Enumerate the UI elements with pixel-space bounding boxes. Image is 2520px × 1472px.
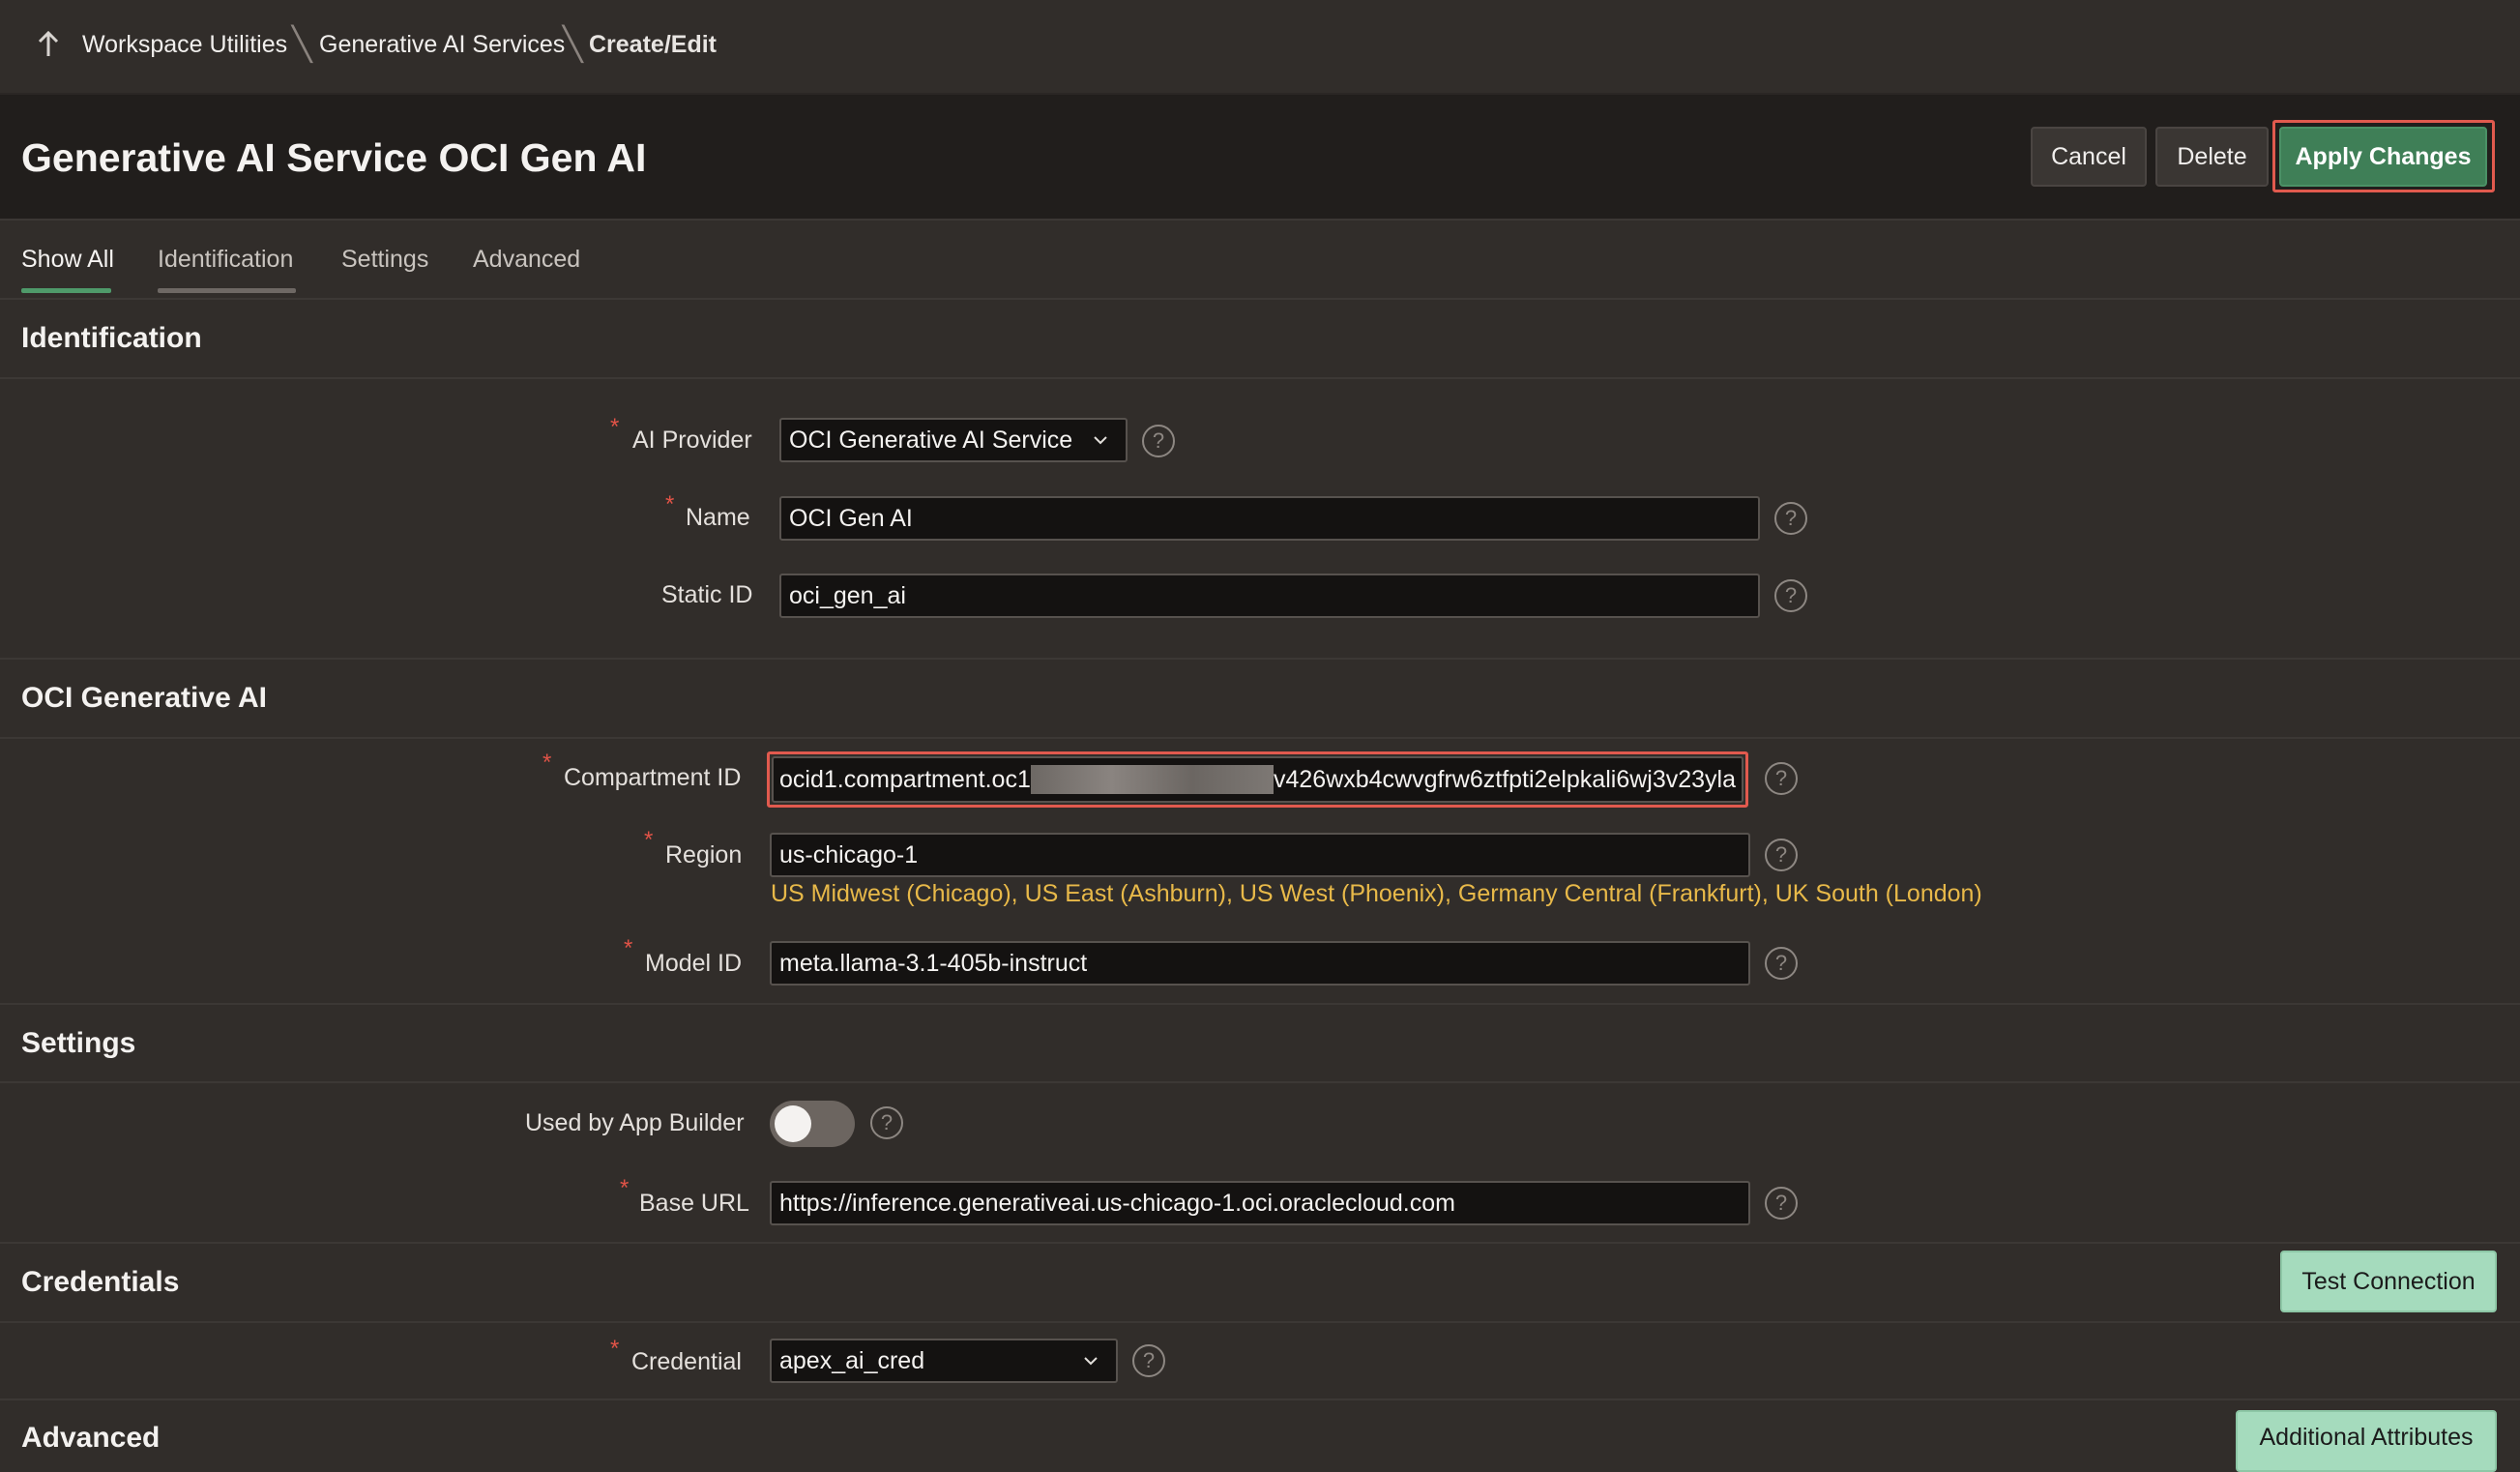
required-marker: *	[644, 827, 654, 853]
required-marker: *	[665, 491, 675, 517]
model-id-label: Model ID	[645, 950, 743, 977]
name-input[interactable]: OCI Gen AI	[779, 496, 1760, 541]
static-id-label: Static ID	[661, 581, 753, 608]
apply-changes-button[interactable]: Apply Changes	[2279, 127, 2487, 187]
toggle-knob	[775, 1105, 811, 1142]
section-divider	[0, 1081, 2520, 1083]
chevron-down-icon	[1094, 436, 1107, 445]
help-icon[interactable]: ?	[1765, 762, 1798, 795]
help-icon[interactable]: ?	[1765, 1187, 1798, 1220]
region-label: Region	[665, 841, 743, 868]
help-icon[interactable]: ?	[1765, 839, 1798, 871]
compartment-id-input[interactable]: ocid1.compartment.oc1 v426wxb4cwvgfrw6zt…	[772, 756, 1743, 803]
compartment-id-label: Compartment ID	[564, 764, 742, 791]
required-marker: *	[610, 414, 620, 440]
help-icon[interactable]: ?	[1142, 425, 1175, 457]
section-title-oci-generative-ai: OCI Generative AI	[21, 682, 267, 714]
help-icon[interactable]: ?	[1765, 947, 1798, 980]
ai-provider-value: OCI Generative AI Service	[789, 426, 1073, 454]
tab-settings[interactable]: Settings	[341, 246, 428, 274]
chevron-down-icon	[1084, 1357, 1098, 1366]
required-marker: *	[542, 750, 552, 776]
breadcrumb-separator: ╲	[563, 26, 583, 63]
active-tab-indicator	[21, 288, 111, 293]
section-divider	[0, 1003, 2520, 1005]
tab-identification[interactable]: Identification	[158, 246, 293, 274]
name-label: Name	[686, 504, 750, 531]
used-by-app-builder-label: Used by App Builder	[525, 1109, 745, 1136]
help-icon[interactable]: ?	[870, 1106, 903, 1139]
used-by-app-builder-toggle[interactable]	[770, 1101, 855, 1147]
tab-advanced[interactable]: Advanced	[473, 246, 580, 274]
section-divider	[0, 1242, 2520, 1244]
test-connection-button[interactable]: Test Connection	[2280, 1251, 2497, 1312]
breadcrumb-generative-ai-services[interactable]: Generative AI Services	[319, 31, 565, 59]
section-title-settings: Settings	[21, 1027, 136, 1059]
section-divider	[0, 658, 2520, 660]
section-divider	[0, 1321, 2520, 1323]
section-title-credentials: Credentials	[21, 1266, 180, 1298]
section-divider	[0, 377, 2520, 379]
hover-tab-indicator	[158, 288, 296, 293]
ai-provider-select[interactable]: OCI Generative AI Service	[779, 418, 1128, 462]
breadcrumb-separator: ╲	[292, 26, 312, 63]
required-marker: *	[624, 935, 633, 961]
section-divider	[0, 1398, 2520, 1400]
additional-attributes-button[interactable]: Additional Attributes	[2236, 1410, 2497, 1472]
required-marker: *	[620, 1175, 630, 1201]
base-url-input[interactable]: https://inference.generativeai.us-chicag…	[770, 1181, 1750, 1225]
help-icon[interactable]: ?	[1132, 1344, 1165, 1377]
base-url-label: Base URL	[639, 1190, 749, 1217]
breadcrumb-create-edit: Create/Edit	[589, 31, 717, 58]
credential-select[interactable]: apex_ai_cred	[770, 1339, 1118, 1383]
model-id-input[interactable]: meta.llama-3.1-405b-instruct	[770, 941, 1750, 986]
breadcrumb-workspace-utilities[interactable]: Workspace Utilities	[82, 31, 287, 59]
tab-show-all[interactable]: Show All	[21, 246, 114, 274]
cancel-button[interactable]: Cancel	[2031, 127, 2147, 187]
compartment-id-value-start: ocid1.compartment.oc1	[779, 765, 1031, 793]
credential-label: Credential	[631, 1348, 742, 1375]
page-title: Generative AI Service OCI Gen AI	[21, 135, 647, 180]
help-icon[interactable]: ?	[1774, 502, 1807, 535]
ai-provider-label: AI Provider	[632, 427, 752, 454]
section-title-identification: Identification	[21, 322, 202, 354]
required-marker: *	[610, 1336, 620, 1362]
delete-button[interactable]: Delete	[2155, 127, 2269, 187]
arrow-up-icon[interactable]	[35, 29, 62, 60]
section-title-advanced: Advanced	[21, 1422, 161, 1454]
region-hint: US Midwest (Chicago), US East (Ashburn),…	[771, 880, 1982, 907]
help-icon[interactable]: ?	[1774, 579, 1807, 612]
credential-value: apex_ai_cred	[779, 1346, 925, 1374]
redacted-region	[1030, 765, 1274, 794]
compartment-id-value-end: v426wxb4cwvgfrw6ztfpti2elpkali6wj3v23yla	[1273, 765, 1736, 793]
static-id-input[interactable]: oci_gen_ai	[779, 574, 1760, 618]
region-input[interactable]: us-chicago-1	[770, 833, 1750, 877]
section-divider	[0, 737, 2520, 739]
